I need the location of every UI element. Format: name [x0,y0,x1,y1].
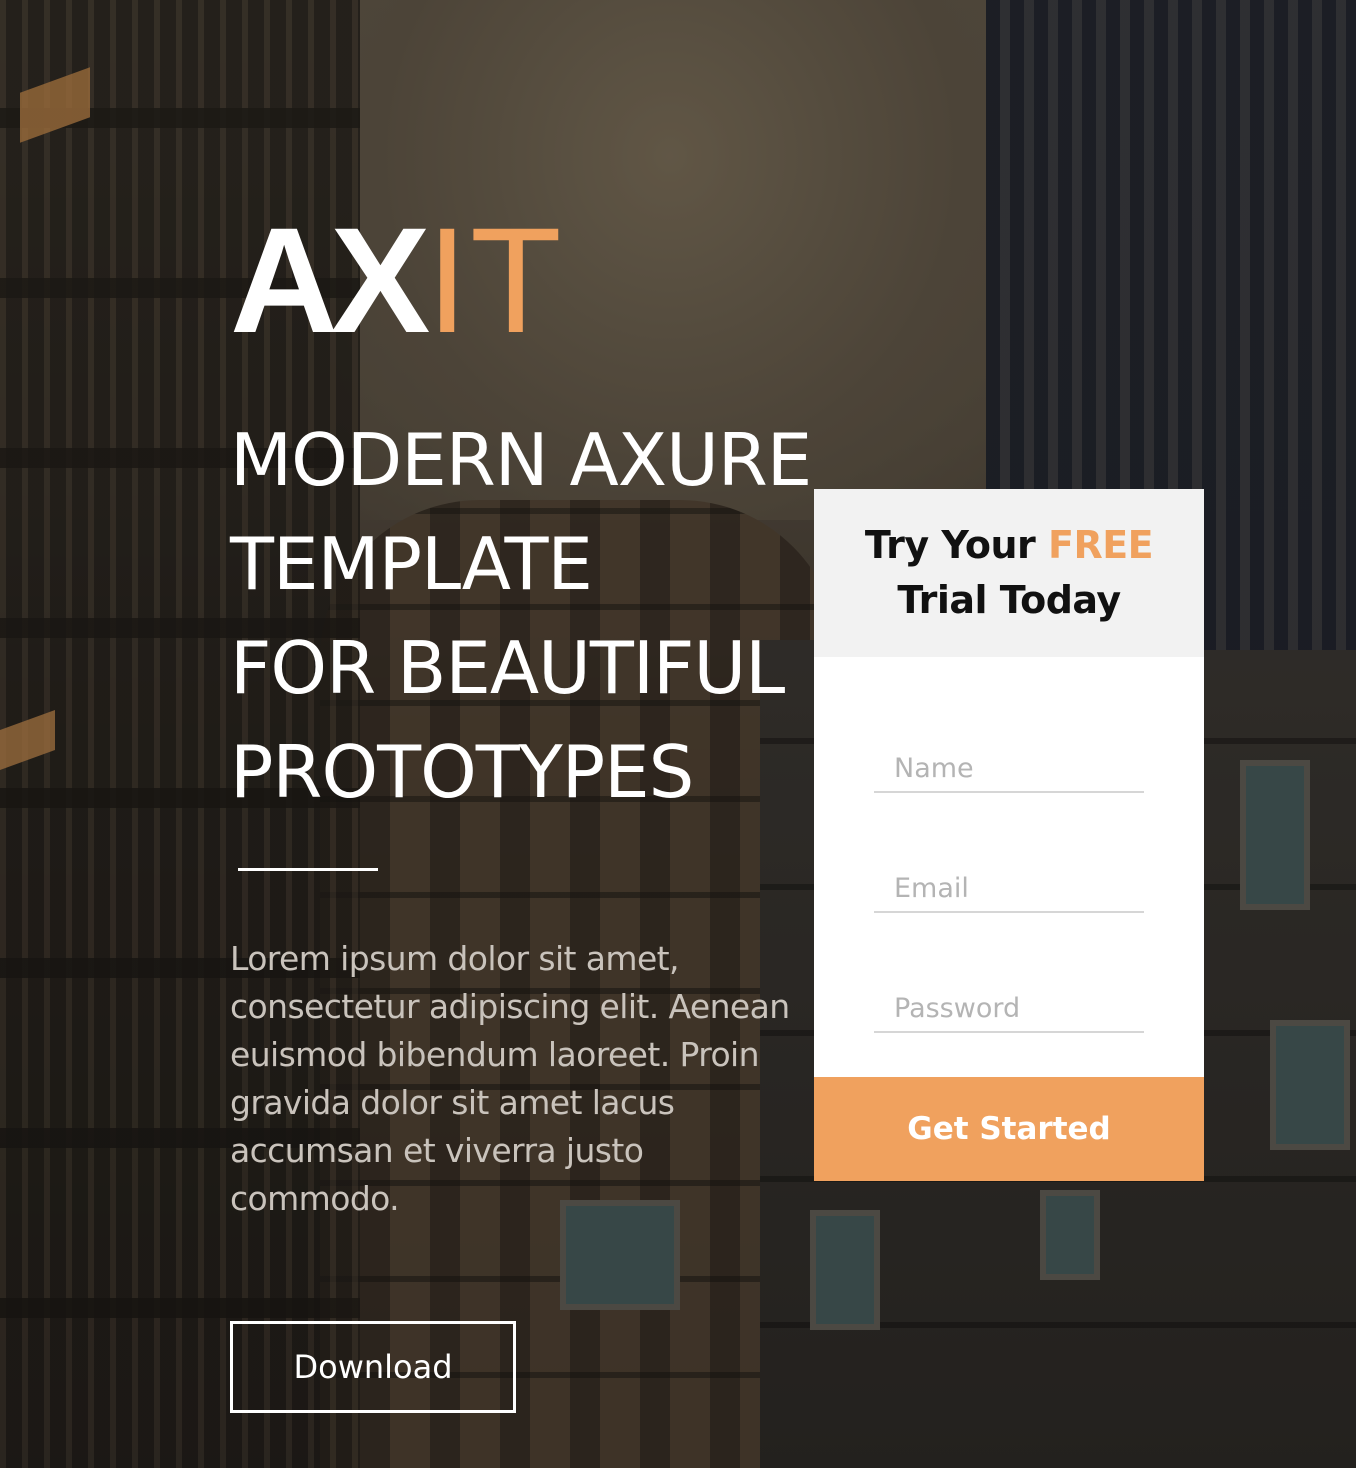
logo-accent: IT [426,196,564,364]
trial-title-prefix: Try Your [864,523,1036,567]
password-field[interactable] [874,985,1144,1033]
headline-line: FOR BEAUTIFUL [230,626,785,710]
trial-title-highlight: FREE [1048,523,1154,567]
hero-description: Lorem ipsum dolor sit amet, consectetur … [230,939,790,1218]
password-field-wrapper [874,945,1144,1065]
signup-form [814,657,1204,1077]
headline-line: TEMPLATE [230,522,593,606]
email-field[interactable] [874,865,1144,913]
headline-line: MODERN AXURE [230,418,812,502]
logo-primary: AX [230,196,430,364]
headline-line: PROTOTYPES [230,730,694,814]
trial-card-header: Try Your FREE Trial Today [814,489,1204,657]
get-started-button[interactable]: Get Started [814,1077,1204,1181]
brand-logo: AX IT [230,196,564,364]
name-field-wrapper [874,705,1144,825]
email-field-wrapper [874,825,1144,945]
download-button[interactable]: Download [230,1321,516,1413]
name-field[interactable] [874,745,1144,793]
hero-divider [238,868,378,871]
trial-title-line-2: Trial Today [897,578,1121,622]
hero-headline: MODERN AXURE TEMPLATE FOR BEAUTIFUL PROT… [230,408,830,824]
trial-signup-card: Try Your FREE Trial Today Get Started [814,489,1204,1181]
trial-title-line-1: Try Your FREE [864,518,1154,573]
